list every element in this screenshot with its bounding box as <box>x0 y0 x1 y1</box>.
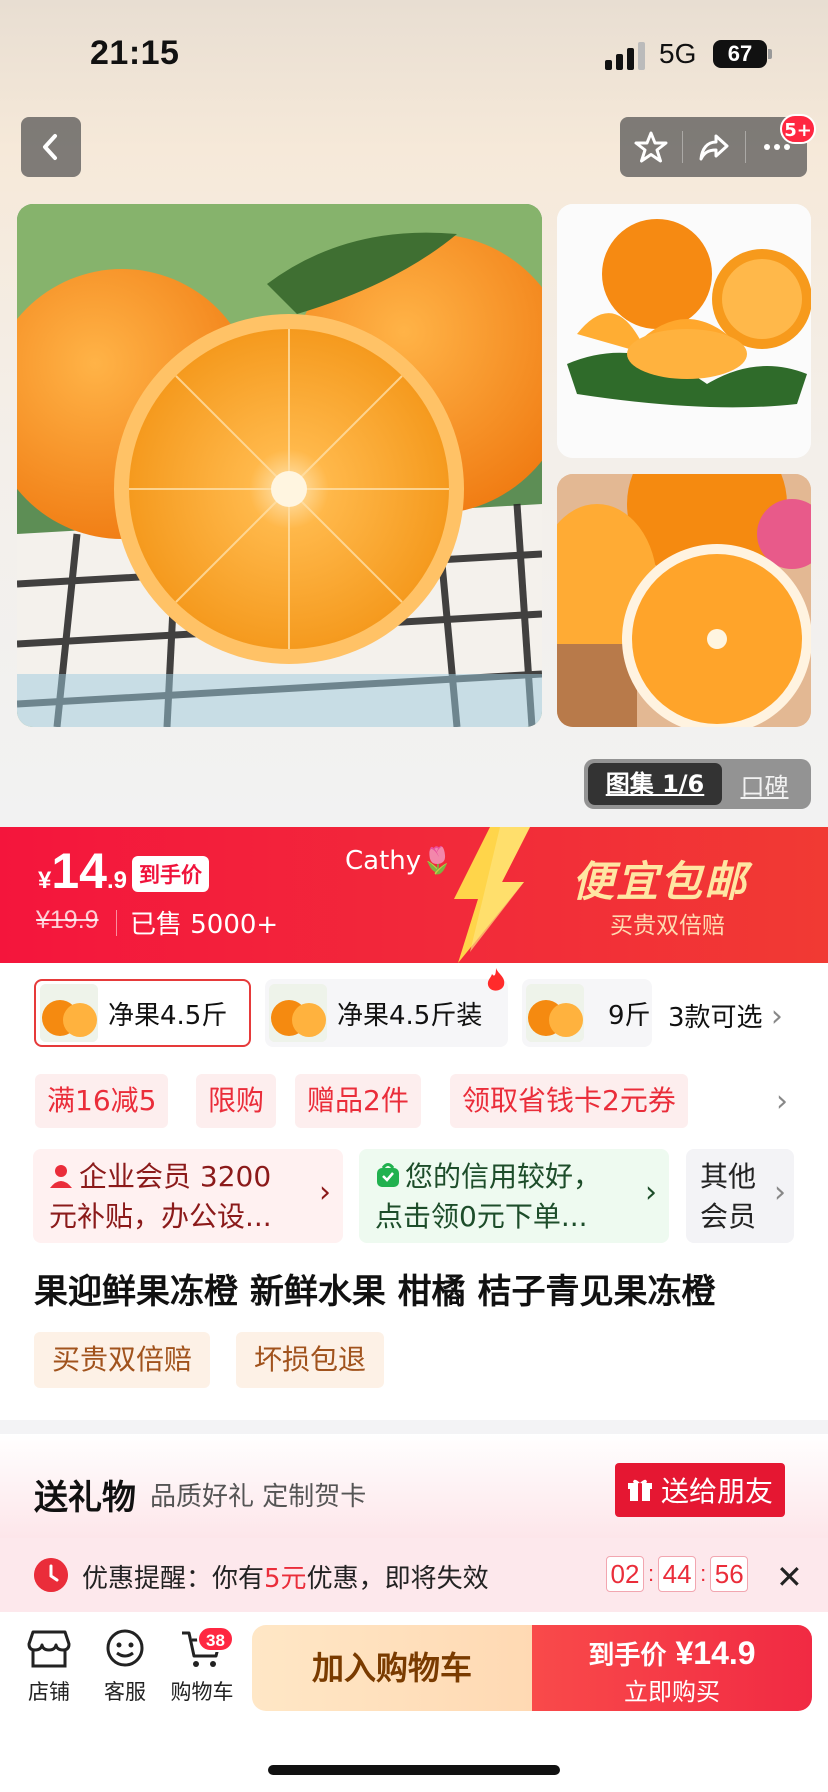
sku-thumb-icon <box>269 984 327 1042</box>
home-indicator <box>268 1765 560 1775</box>
sku-thumb-icon <box>526 984 584 1042</box>
buy-price: ¥14.9 <box>675 1635 756 1671</box>
member-line: 元补贴，办公设... <box>49 1200 272 1233</box>
final-price-tag: 到手价 <box>132 856 209 892</box>
cart-count-badge: 38 <box>197 1626 234 1652</box>
shop-icon <box>27 1630 71 1668</box>
main-product-image[interactable] <box>17 204 542 727</box>
battery-icon: 67 <box>713 40 767 68</box>
countdown-timer: 02: 44: 56 <box>606 1556 749 1592</box>
member-line: 会员 <box>700 1200 757 1233</box>
network-label: 5G <box>659 38 697 69</box>
chat-icon <box>106 1629 144 1667</box>
lightning-icon <box>454 827 530 963</box>
fire-icon <box>487 968 505 991</box>
send-gift-button[interactable]: 送给朋友 <box>615 1463 785 1517</box>
sku-label: 净果4.5斤 <box>108 1000 228 1031</box>
member-line: 点击领0元下单... <box>375 1200 588 1233</box>
sku-more-button[interactable]: 3款可选 › <box>668 997 783 1034</box>
member-line: 其他 <box>700 1160 757 1193</box>
current-price: ¥14.9 <box>38 843 127 899</box>
star-icon[interactable] <box>633 129 669 165</box>
gift-icon <box>627 1479 652 1501</box>
section-divider <box>0 1420 828 1434</box>
notification-badge: 5+ <box>780 114 816 144</box>
signal-icon <box>605 40 647 70</box>
bag-icon <box>375 1159 401 1187</box>
chevron-left-icon <box>43 134 57 160</box>
promo-subtitle: 买贵双倍赔 <box>610 913 725 939</box>
gallery-switch: 图集 1/6 口碑 <box>584 759 811 809</box>
shop-label: 店铺 <box>28 1680 70 1704</box>
gallery-tab[interactable]: 图集 1/6 <box>588 763 722 805</box>
person-icon <box>49 1159 73 1188</box>
service-label: 客服 <box>104 1680 146 1704</box>
share-icon[interactable] <box>696 129 732 165</box>
thumbnail-image-2[interactable] <box>557 474 811 727</box>
original-price: ¥19.9 <box>36 906 99 934</box>
chevron-right-icon: › <box>770 999 783 1034</box>
buy-price-label: 到手价 <box>588 1641 667 1671</box>
promo-title: 便宜包邮 <box>572 857 749 906</box>
action-bar <box>620 117 807 177</box>
sku-option-1[interactable]: 净果4.5斤 <box>34 979 251 1047</box>
reviews-tab[interactable]: 口碑 <box>722 767 807 802</box>
send-gift-label: 送给朋友 <box>660 1475 773 1508</box>
sku-label: 9斤 <box>608 1000 651 1031</box>
close-icon[interactable]: ✕ <box>776 1558 803 1596</box>
status-time: 21:15 <box>90 34 180 72</box>
chevron-right-icon: › <box>774 1175 786 1210</box>
sku-option-3[interactable]: 9斤 <box>522 979 652 1047</box>
buy-now-label: 立即购买 <box>624 1678 720 1706</box>
thumbnail-image-1[interactable] <box>557 204 811 458</box>
service-tag[interactable]: 坏损包退 <box>236 1332 385 1388</box>
chevron-right-icon: › <box>319 1175 331 1210</box>
service-button[interactable]: 客服 <box>90 1628 160 1706</box>
timer-minutes: 44 <box>658 1556 697 1592</box>
chevron-right-icon: › <box>645 1175 657 1210</box>
product-title: 果迎鲜果冻橙 新鲜水果 柑橘 桔子青见果冻橙 <box>34 1272 716 1312</box>
sku-thumb-icon <box>40 984 98 1042</box>
coupon-limit[interactable]: 限购 <box>196 1074 277 1128</box>
sku-more-label: 3款可选 <box>668 1003 763 1033</box>
add-to-cart-button[interactable]: 加入购物车 <box>252 1625 532 1711</box>
member-line: 您的信用较好， <box>405 1160 602 1193</box>
sku-label: 净果4.5斤装 <box>337 1000 483 1031</box>
coupon-savings-card[interactable]: 领取省钱卡2元券 <box>450 1074 688 1128</box>
gift-title: 送礼物 <box>34 1478 136 1518</box>
divider <box>116 910 117 936</box>
back-button[interactable] <box>21 117 81 177</box>
member-card-credit[interactable]: 您的信用较好， 点击领0元下单... › <box>359 1149 669 1243</box>
coupons-chevron-icon[interactable]: › <box>776 1084 788 1119</box>
member-card-enterprise[interactable]: 企业会员 3200 元补贴，办公设... › <box>33 1149 343 1243</box>
shop-button[interactable]: 店铺 <box>14 1628 84 1706</box>
gift-subtitle: 品质好礼 定制贺卡 <box>150 1482 367 1512</box>
member-line: 企业会员 3200 <box>79 1160 272 1193</box>
sold-count: 已售 5000+ <box>130 910 279 940</box>
reminder-text: 优惠提醒：你有5元优惠，即将失效 <box>82 1564 489 1594</box>
timer-hours: 02 <box>606 1556 644 1592</box>
member-card-other[interactable]: 其他 会员 › <box>686 1149 794 1243</box>
coupon-gift[interactable]: 赠品2件 <box>295 1074 421 1128</box>
battery-tip <box>768 49 772 59</box>
coupon-full-reduction[interactable]: 满16减5 <box>35 1074 169 1128</box>
clock-icon <box>34 1558 68 1592</box>
user-name: Cathy🌷 <box>345 846 454 876</box>
buy-now-button[interactable]: 到手价 ¥14.9 立即购买 <box>532 1625 812 1711</box>
timer-seconds: 56 <box>710 1556 749 1592</box>
sku-option-2[interactable]: 净果4.5斤装 <box>265 979 508 1047</box>
cart-label: 购物车 <box>170 1680 234 1704</box>
service-tag[interactable]: 买贵双倍赔 <box>34 1332 211 1388</box>
